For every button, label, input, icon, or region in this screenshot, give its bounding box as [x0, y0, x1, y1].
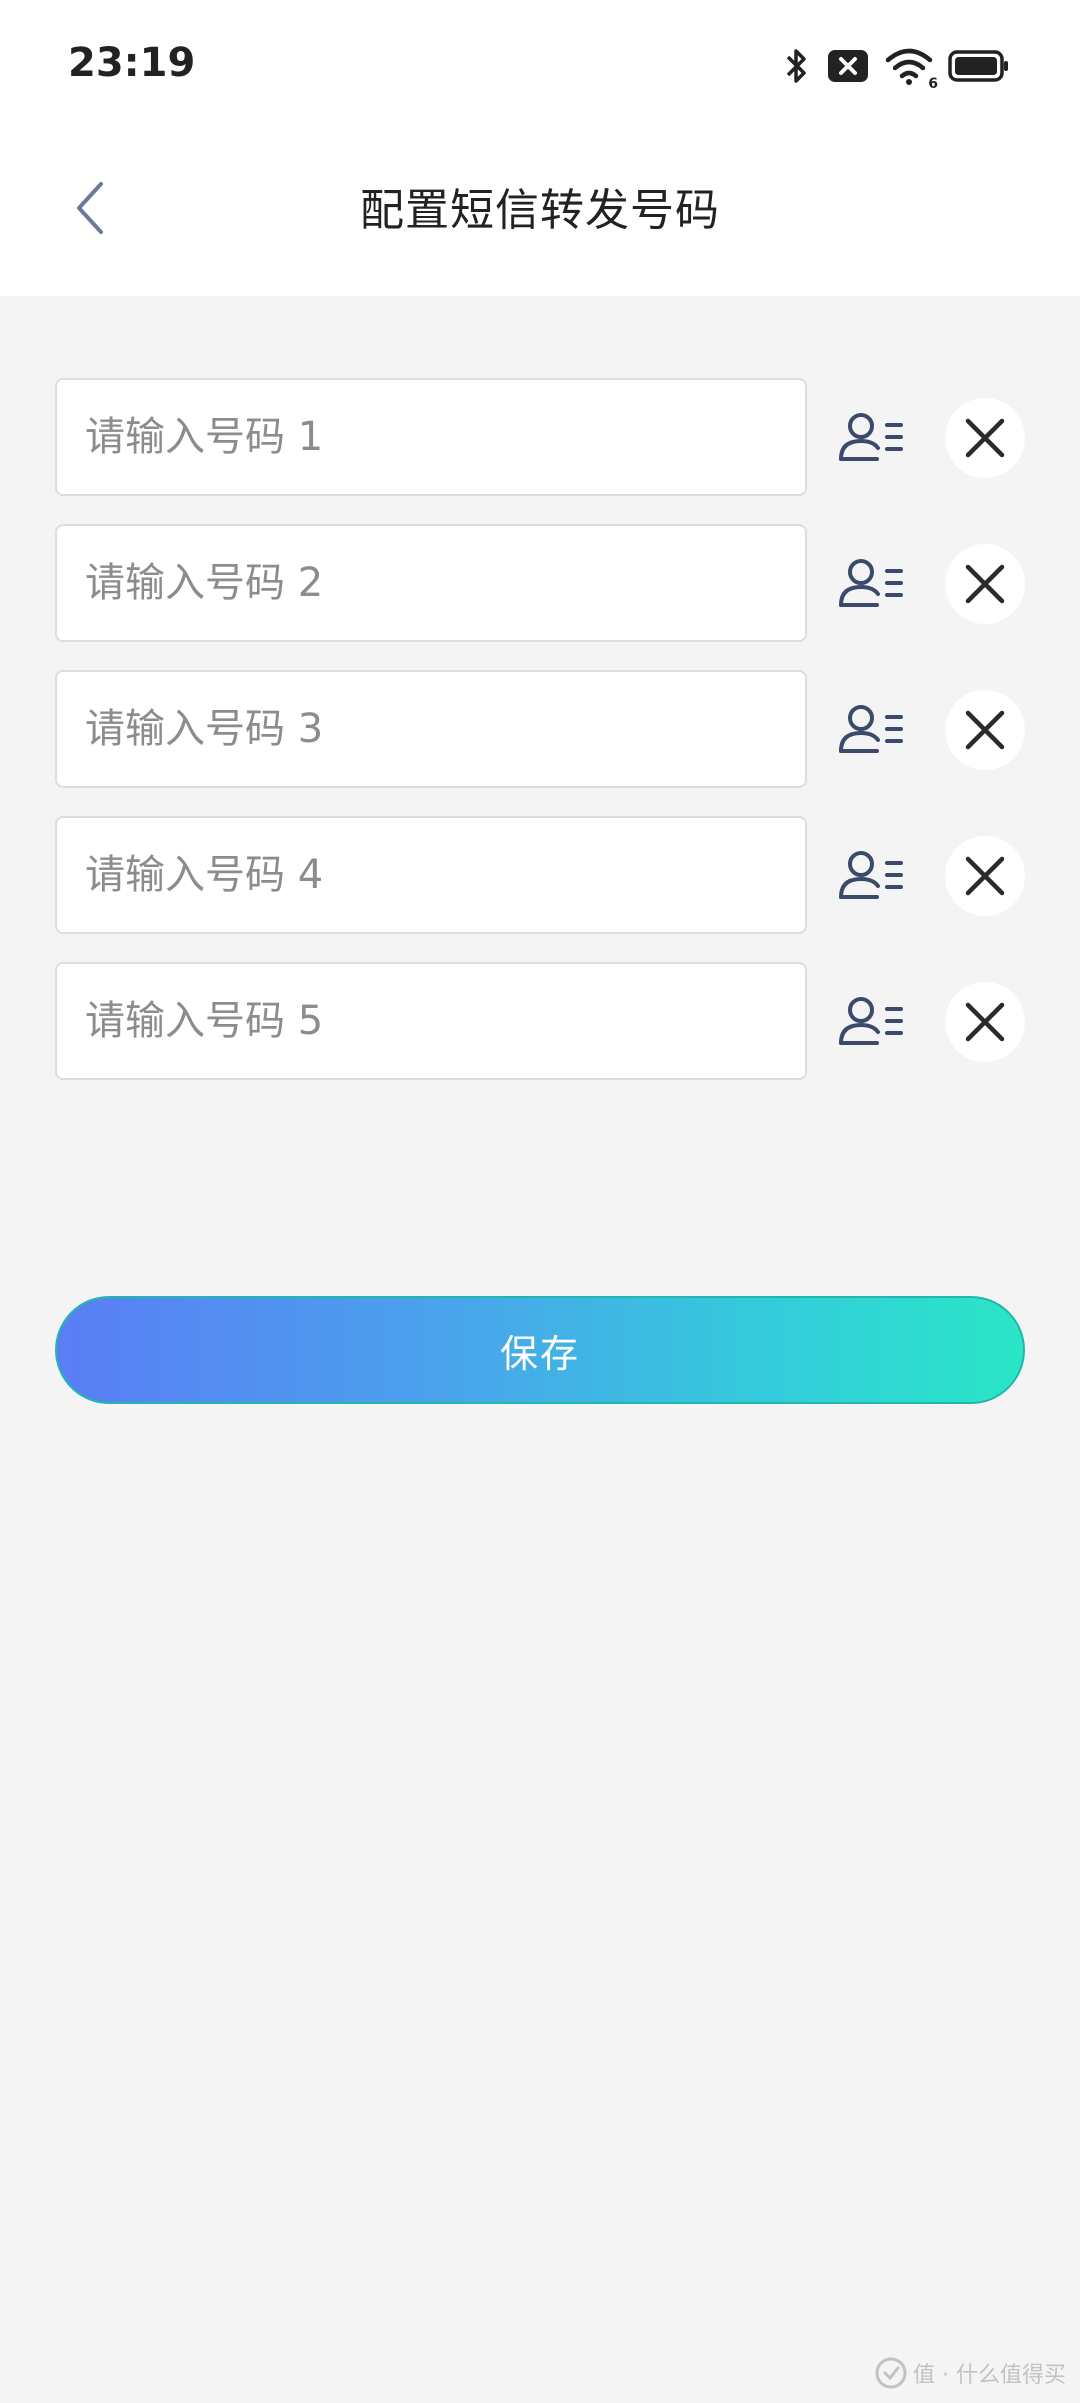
wifi-icon: 6 [884, 46, 938, 92]
number-list [55, 378, 1025, 1108]
contact-picker-button[interactable] [833, 544, 911, 622]
number-input-1[interactable] [55, 378, 807, 496]
clear-button[interactable] [945, 398, 1025, 478]
battery-icon [948, 50, 1008, 82]
watermark: 值 · 什么值得买 [875, 2353, 1066, 2393]
contact-list-icon [839, 705, 903, 753]
number-row [55, 524, 1025, 670]
watermark-text: 值 · 什么值得买 [913, 2363, 1066, 2388]
contact-list-icon [839, 559, 903, 607]
contact-picker-button[interactable] [833, 836, 911, 914]
number-row [55, 816, 1025, 962]
bluetooth-icon [786, 49, 806, 83]
number-input-2[interactable] [55, 524, 807, 642]
status-time: 23:19 [68, 40, 196, 86]
number-input-5[interactable] [55, 962, 807, 1080]
contact-picker-button[interactable] [833, 982, 911, 1060]
close-icon [965, 1002, 1005, 1042]
number-input-4[interactable] [55, 816, 807, 934]
clear-button[interactable] [945, 982, 1025, 1062]
number-row [55, 378, 1025, 524]
status-bar: 23:19 6 [0, 0, 1080, 130]
contact-picker-button[interactable] [833, 690, 911, 768]
clear-button[interactable] [945, 544, 1025, 624]
app-header: 配置短信转发号码 [0, 130, 1080, 296]
number-row [55, 670, 1025, 816]
close-icon [965, 856, 1005, 896]
save-button[interactable]: 保存 [55, 1296, 1025, 1404]
number-input-3[interactable] [55, 670, 807, 788]
contact-list-icon [839, 997, 903, 1045]
sim-off-icon [828, 50, 868, 82]
close-icon [965, 564, 1005, 604]
close-icon [965, 710, 1005, 750]
clear-button[interactable] [945, 836, 1025, 916]
clear-button[interactable] [945, 690, 1025, 770]
wifi-tag: 6 [928, 76, 938, 92]
contact-list-icon [839, 413, 903, 461]
number-row [55, 962, 1025, 1108]
close-icon [965, 418, 1005, 458]
page-title: 配置短信转发号码 [360, 185, 720, 236]
contact-list-icon [839, 851, 903, 899]
status-icons: 6 [782, 44, 1010, 92]
site-logo-icon [875, 2357, 907, 2389]
contact-picker-button[interactable] [833, 398, 911, 476]
